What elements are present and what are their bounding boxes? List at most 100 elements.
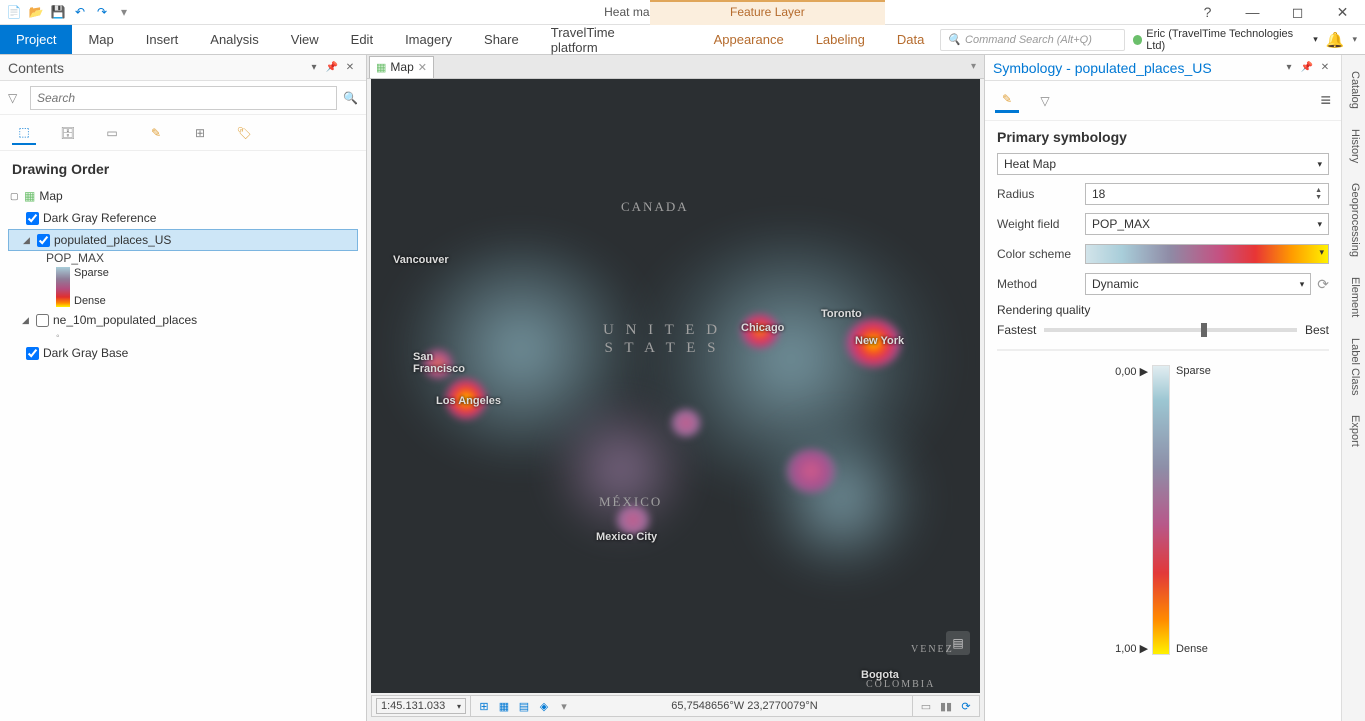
layer-checkbox[interactable]	[36, 314, 49, 327]
refresh-method-icon[interactable]: ⟳	[1317, 276, 1329, 293]
tab-insert[interactable]: Insert	[130, 25, 195, 54]
list-by-editing-icon[interactable]: ✎	[144, 121, 168, 145]
open-project-icon[interactable]: 📂	[26, 2, 46, 22]
primary-symbology-tab-icon[interactable]: ✎	[995, 89, 1019, 113]
undo-icon[interactable]: ↶	[70, 2, 90, 22]
view-dropdown-icon[interactable]: ▾	[971, 61, 984, 72]
collapse-icon[interactable]: ◢	[22, 315, 32, 326]
close-pane-icon[interactable]: ✕	[342, 60, 358, 76]
layer-checkbox[interactable]	[26, 347, 39, 360]
tab-view[interactable]: View	[275, 25, 335, 54]
map-view: ▦ Map ✕ ▾ CANADA U N I T E DS T A T E S …	[367, 55, 984, 721]
rail-history[interactable]: History	[1342, 119, 1365, 173]
coordinates-readout: 65,7548656°W 23,2770079°N	[577, 700, 912, 712]
snapping-icon[interactable]: ⊞	[475, 697, 493, 715]
toc-map-frame[interactable]: ▢ ▦ Map	[8, 185, 358, 207]
constraints-icon[interactable]: ▤	[515, 697, 533, 715]
pane-menu-icon[interactable]: ▾	[1281, 60, 1297, 76]
tab-traveltime[interactable]: TravelTime platform	[535, 25, 678, 54]
contents-search-input[interactable]	[30, 86, 337, 110]
tab-appearance[interactable]: Appearance	[698, 25, 800, 54]
tab-data[interactable]: Data	[881, 25, 940, 54]
layer-checkbox[interactable]	[37, 234, 50, 247]
symbology-type-select[interactable]: Heat Map▾	[997, 153, 1329, 175]
pane-options-icon[interactable]: ≡	[1320, 90, 1331, 111]
radius-input[interactable]: 18 ▲▼	[1085, 183, 1329, 205]
title-bar: 📄 📂 💾 ↶ ↷ ▾ Heat map - Map - ArcGIS Pro …	[0, 0, 1365, 25]
layer-checkbox[interactable]	[26, 212, 39, 225]
collapse-icon[interactable]: ◢	[23, 235, 33, 246]
qat-dropdown-icon[interactable]: ▾	[114, 2, 134, 22]
city-label: New York	[855, 335, 904, 347]
tab-share[interactable]: Share	[468, 25, 535, 54]
list-by-snapping-icon[interactable]: ⊞	[188, 121, 212, 145]
tab-analysis[interactable]: Analysis	[194, 25, 274, 54]
map-icon: ▦	[376, 61, 386, 74]
tab-edit[interactable]: Edit	[335, 25, 389, 54]
rail-export[interactable]: Export	[1342, 405, 1365, 457]
city-label: Vancouver	[393, 254, 449, 266]
minimize-icon[interactable]: —	[1230, 0, 1275, 25]
tab-imagery[interactable]: Imagery	[389, 25, 468, 54]
search-icon[interactable]: 🔍	[343, 91, 358, 105]
user-account[interactable]: Eric (TravelTime Technologies Ltd) ▾	[1133, 28, 1318, 52]
dropdown-icon[interactable]: ▾	[555, 697, 573, 715]
city-label: Chicago	[741, 322, 784, 334]
layer-ne-10m-populated-places[interactable]: ◢ ne_10m_populated_places	[8, 309, 358, 331]
pin-icon[interactable]: 📌	[1299, 60, 1315, 76]
help-icon[interactable]: ?	[1185, 0, 1230, 25]
list-by-selection-icon[interactable]: ▭	[100, 121, 124, 145]
weight-field-label: Weight field	[997, 217, 1085, 231]
redo-icon[interactable]: ↷	[92, 2, 112, 22]
layer-populated-places-us[interactable]: ◢ populated_places_US	[8, 229, 358, 251]
tab-project[interactable]: Project	[0, 25, 72, 54]
symbology-title: Symbology - populated_places_US	[993, 60, 1212, 76]
map-canvas[interactable]: CANADA U N I T E DS T A T E S MÉXICO VEN…	[371, 79, 980, 693]
pin-icon[interactable]: 📌	[324, 60, 340, 76]
vary-symbology-tab-icon[interactable]: ▽	[1033, 89, 1057, 113]
maximize-icon[interactable]: ◻	[1275, 0, 1320, 25]
scale-input[interactable]: 1:45.131.033▾	[376, 698, 466, 714]
pane-menu-icon[interactable]: ▾	[306, 60, 322, 76]
color-scheme-select[interactable]	[1085, 244, 1329, 264]
chevron-down-icon[interactable]: ▾	[1352, 34, 1357, 45]
refresh-icon[interactable]: ⟳	[957, 697, 975, 715]
save-icon[interactable]: 💾	[48, 2, 68, 22]
layer-dark-gray-base[interactable]: Dark Gray Base	[8, 342, 358, 364]
attribution-icon[interactable]: ▤	[946, 631, 970, 655]
contents-title: Contents	[8, 60, 64, 76]
rail-catalog[interactable]: Catalog	[1342, 61, 1365, 119]
rail-element[interactable]: Element	[1342, 267, 1365, 327]
quality-best-label: Best	[1305, 323, 1329, 337]
list-by-drawing-order-icon[interactable]: ⬚	[12, 121, 36, 145]
contents-pane: Contents ▾ 📌 ✕ ▽ 🔍 ⬚ 🗄 ▭ ✎ ⊞ 🏷 Drawing O…	[0, 55, 367, 721]
tab-labeling[interactable]: Labeling	[800, 25, 881, 54]
quality-slider[interactable]	[1044, 328, 1297, 332]
map-status-bar: 1:45.131.033▾ ⊞ ▦ ▤ ◈ ▾ 65,7548656°W 23,…	[371, 695, 980, 717]
map-view-tab[interactable]: ▦ Map ✕	[369, 56, 434, 78]
new-project-icon[interactable]: 📄	[4, 2, 24, 22]
rail-geoprocessing[interactable]: Geoprocessing	[1342, 173, 1365, 267]
tab-map[interactable]: Map	[72, 25, 129, 54]
close-tab-icon[interactable]: ✕	[418, 61, 427, 74]
country-label: CANADA	[621, 199, 689, 215]
list-by-labeling-icon[interactable]: 🏷	[232, 121, 256, 145]
selection-chip-icon[interactable]: ▭	[917, 697, 935, 715]
corrections-icon[interactable]: ◈	[535, 697, 553, 715]
close-icon[interactable]: ✕	[1320, 0, 1365, 25]
weight-field-select[interactable]: POP_MAX▾	[1085, 213, 1329, 235]
user-status-icon	[1133, 35, 1143, 45]
city-label: Mexico City	[596, 531, 657, 543]
grid-icon[interactable]: ▦	[495, 697, 513, 715]
pause-icon[interactable]: ▮▮	[937, 697, 955, 715]
list-by-source-icon[interactable]: 🗄	[56, 121, 80, 145]
rail-label-class[interactable]: Label Class	[1342, 328, 1365, 405]
layer-dark-gray-reference[interactable]: Dark Gray Reference	[8, 207, 358, 229]
drawing-order-heading: Drawing Order	[0, 151, 366, 181]
close-pane-icon[interactable]: ✕	[1317, 60, 1333, 76]
filter-icon[interactable]: ▽	[8, 91, 24, 105]
notifications-icon[interactable]: 🔔	[1326, 31, 1345, 49]
method-select[interactable]: Dynamic▾	[1085, 273, 1311, 295]
command-search[interactable]: 🔍 Command Search (Alt+Q)	[940, 29, 1124, 51]
collapse-icon[interactable]: ▢	[10, 191, 20, 202]
